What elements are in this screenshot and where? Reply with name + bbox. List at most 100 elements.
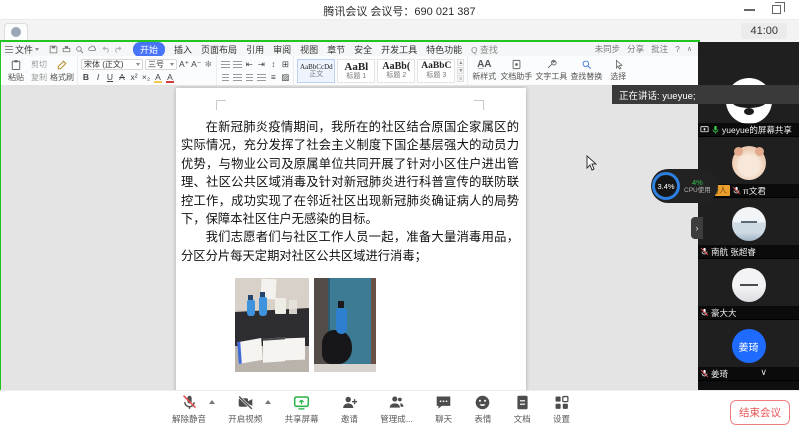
tab-security[interactable]: 安全	[354, 43, 372, 56]
line-spacing-button[interactable]: ≡	[268, 72, 278, 83]
tab-view[interactable]: 视图	[300, 43, 318, 56]
document-page[interactable]: 在新冠肺炎疫情期间，我所在的社区结合原国企家属区的实际情况，充分发挥了社会主义制…	[176, 88, 526, 391]
search-box[interactable]: Q 查找	[471, 43, 498, 56]
shrink-font-button[interactable]: A⁻	[191, 59, 201, 70]
sidebar-collapse-handle[interactable]: ›	[691, 217, 703, 239]
superscript-button[interactable]: x²	[129, 72, 139, 83]
camera-options-arrow[interactable]	[265, 400, 271, 404]
start-video-button[interactable]: 开启视频	[228, 394, 262, 425]
participant-tile[interactable]: 姜琦 姜琦 ∨	[698, 320, 799, 381]
font-name-value: 宋体 (正文)	[84, 59, 124, 70]
tab-review[interactable]: 审阅	[273, 43, 291, 56]
print-preview-icon[interactable]	[75, 45, 84, 54]
document-photos	[235, 278, 376, 372]
quick-access-toolbar	[49, 45, 123, 54]
numbered-list-button[interactable]	[232, 59, 242, 70]
performance-widget[interactable]: 3.4% 4% CPU使用	[651, 169, 718, 203]
settings-button[interactable]: 设置	[553, 394, 570, 425]
docs-button[interactable]: 文档	[514, 394, 531, 425]
manage-members-button[interactable]: 管理成...	[380, 394, 413, 425]
invite-button[interactable]: 邀请	[341, 394, 358, 425]
mic-options-arrow[interactable]	[209, 400, 215, 404]
sort-button[interactable]: ↕	[268, 59, 278, 70]
comment-button[interactable]: 批注	[651, 43, 668, 55]
participant-tile[interactable]: 南航 张超睿	[698, 198, 799, 259]
style-normal[interactable]: AaBbCcDd 正文	[297, 59, 335, 83]
meeting-app: 腾讯会议 会议号：690 021 387 41:00 文件	[0, 0, 799, 430]
magnifier-icon	[581, 59, 592, 70]
participant-tile[interactable]: 豪大大	[698, 259, 799, 320]
help-icon[interactable]: ?	[675, 44, 680, 54]
collapse-ribbon-icon[interactable]: ∧	[687, 45, 692, 53]
bullet-list-button[interactable]	[220, 59, 230, 70]
font-color-button[interactable]: A	[165, 72, 175, 83]
cut-button[interactable]: 剪切	[31, 59, 47, 70]
styles-group: AaBbCcDd 正文 AaBl 标题 1 AaBb( 标题 2 AaBbC 标…	[294, 56, 468, 85]
document-canvas[interactable]: 在新冠肺炎疫情期间，我所在的社区结合原国企家属区的实际情况，充分发挥了社会主义制…	[1, 86, 698, 391]
print-icon[interactable]	[62, 45, 71, 54]
underline-button[interactable]: U	[105, 72, 115, 83]
style-heading2[interactable]: AaBb( 标题 2	[377, 59, 415, 83]
scroll-more-chevron-icon[interactable]: ∨	[760, 367, 767, 378]
style-heading3[interactable]: AaBbC 标题 3	[417, 59, 455, 83]
restore-icon[interactable]	[772, 5, 781, 14]
align-left-button[interactable]	[220, 72, 230, 83]
paste-button[interactable]: 粘贴	[4, 59, 28, 83]
document-text[interactable]: 在新冠肺炎疫情期间，我所在的社区结合原国企家属区的实际情况，充分发挥了社会主义制…	[181, 118, 519, 265]
increase-indent-button[interactable]: ⇥	[256, 59, 266, 70]
chat-button[interactable]: 聊天	[435, 394, 452, 425]
justify-button[interactable]	[256, 72, 266, 83]
unmute-button[interactable]: 解除静音	[172, 394, 206, 425]
new-style-button[interactable]: A̲A 新样式	[471, 59, 497, 82]
styles-gallery-scroll[interactable]: ▲▼≡	[457, 59, 464, 82]
font-size-value: 三号	[148, 59, 164, 70]
chevron-down-icon	[170, 63, 174, 66]
wps-taskbar-tab[interactable]	[4, 23, 28, 41]
format-painter-button[interactable]: 格式刷	[50, 59, 74, 83]
tab-insert[interactable]: 插入	[174, 43, 192, 56]
subscript-button[interactable]: ×₂	[141, 72, 151, 83]
undo-icon[interactable]	[101, 45, 110, 54]
redo-icon[interactable]	[114, 45, 123, 54]
tab-dev-tools[interactable]: 开发工具	[381, 43, 417, 56]
text-tool-button[interactable]: 文字工具	[535, 59, 567, 82]
copy-button[interactable]: 复制	[31, 72, 47, 83]
select-button[interactable]: 选择	[605, 59, 631, 82]
bold-button[interactable]: B	[81, 72, 91, 83]
font-name-select[interactable]: 宋体 (正文)	[81, 59, 143, 70]
style-heading1[interactable]: AaBl 标题 1	[337, 59, 375, 83]
share-button[interactable]: 分享	[627, 43, 644, 55]
cloud-sync-icon[interactable]	[88, 45, 97, 54]
highlight-color-button[interactable]: A	[153, 72, 163, 83]
grow-font-button[interactable]: A⁺	[179, 59, 189, 70]
text-effects-button[interactable]: ✻	[203, 59, 213, 70]
participant-name: yueyue的屏幕共享	[722, 124, 792, 136]
strikethrough-button[interactable]: A	[117, 72, 127, 83]
format-painter-label: 格式刷	[50, 72, 74, 83]
reactions-button[interactable]: 表情	[474, 394, 491, 425]
tab-page-layout[interactable]: 页面布局	[201, 43, 237, 56]
doc-assistant-button[interactable]: 文档助手	[500, 59, 532, 82]
mic-muted-icon	[181, 394, 198, 411]
italic-button[interactable]: I	[93, 72, 103, 83]
meeting-timer: 41:00	[741, 23, 787, 39]
sync-status[interactable]: 未同步	[595, 43, 621, 55]
align-right-button[interactable]	[244, 72, 254, 83]
file-menu-button[interactable]: 文件	[1, 43, 43, 56]
shading-button[interactable]: ▨	[280, 72, 290, 83]
tab-section[interactable]: 章节	[327, 43, 345, 56]
tab-references[interactable]: 引用	[246, 43, 264, 56]
align-center-button[interactable]	[232, 72, 242, 83]
font-size-select[interactable]: 三号	[145, 59, 177, 70]
photo-door-spraying[interactable]	[314, 278, 376, 372]
photo-disinfection-supplies[interactable]	[235, 278, 309, 372]
tab-home[interactable]: 开始	[133, 42, 165, 57]
share-screen-button[interactable]: 共享屏幕	[285, 394, 319, 425]
tab-special-features[interactable]: 特色功能	[426, 43, 462, 56]
save-icon[interactable]	[49, 45, 58, 54]
find-replace-button[interactable]: 查找替换	[570, 59, 602, 82]
borders-button[interactable]: ⊞	[280, 59, 290, 70]
decrease-indent-button[interactable]: ⇤	[244, 59, 254, 70]
end-meeting-button[interactable]: 结束会议	[730, 400, 790, 425]
minimize-icon[interactable]	[744, 9, 755, 11]
